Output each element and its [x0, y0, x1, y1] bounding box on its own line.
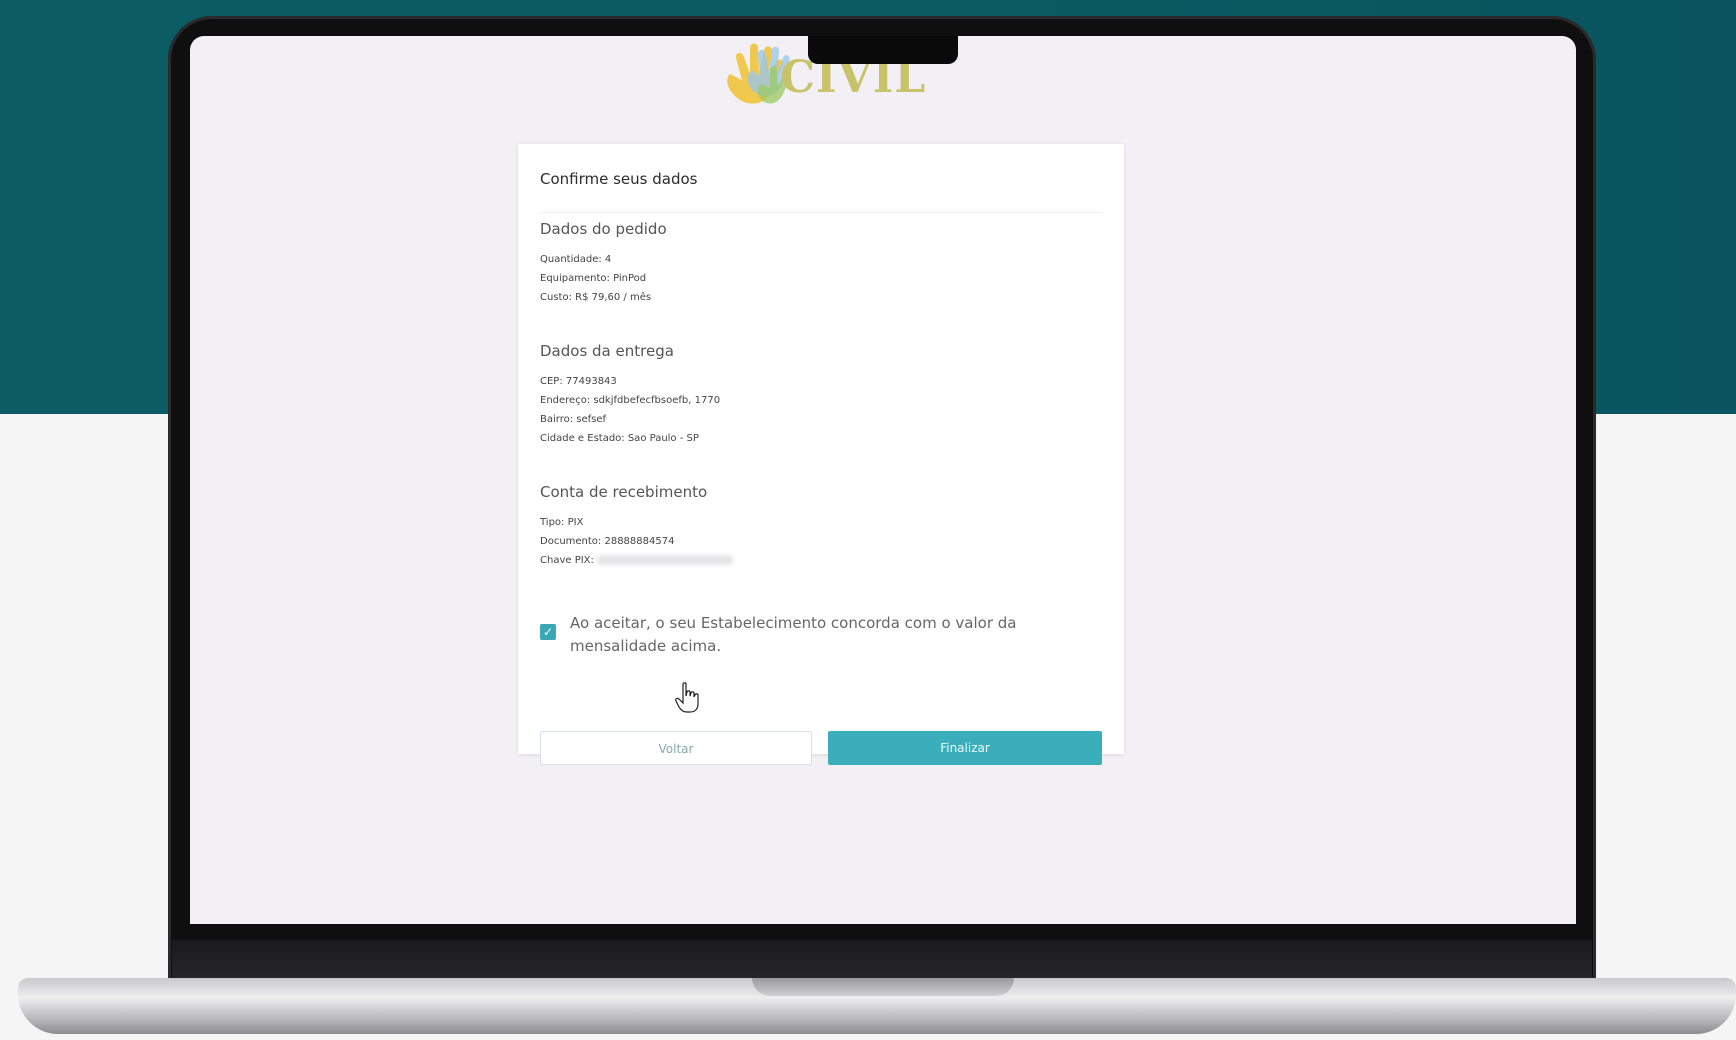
- laptop-camera-notch: [808, 36, 958, 64]
- delivery-city-state: Cidade e Estado: Sao Paulo - SP: [540, 433, 699, 444]
- account-section: Conta de recebimento Tipo: PIX Documento…: [540, 483, 734, 570]
- delivery-section: Dados da entrega CEP: 77493843 Endereço:…: [540, 342, 720, 448]
- delivery-heading: Dados da entrega: [540, 342, 674, 360]
- account-pix-key: Chave PIX:: [540, 551, 734, 570]
- finish-button[interactable]: Finalizar: [828, 731, 1102, 765]
- hand-pointer-cursor-icon: [675, 682, 699, 713]
- confirm-data-card: Confirme seus dados Dados do pedido Quan…: [518, 144, 1124, 765]
- consent-text: Ao aceitar, o seu Estabelecimento concor…: [570, 614, 1017, 655]
- order-cost: Custo: R$ 79,60 / mês: [540, 292, 652, 303]
- back-button[interactable]: Voltar: [540, 731, 812, 765]
- laptop-opening-groove: [752, 978, 1014, 996]
- order-equipment: Equipamento: PinPod: [540, 273, 647, 284]
- account-heading: Conta de recebimento: [540, 483, 708, 501]
- consent-checkbox[interactable]: ✓: [540, 624, 556, 640]
- pix-key-redacted: [597, 555, 734, 565]
- pix-key-label: Chave PIX:: [540, 555, 594, 566]
- delivery-neighborhood: Bairro: sefsef: [540, 414, 607, 425]
- order-heading: Dados do pedido: [540, 220, 667, 238]
- account-type: Tipo: PIX: [540, 517, 584, 528]
- laptop-bezel-chin: [172, 940, 1592, 978]
- order-quantity: Quantidade: 4: [540, 254, 612, 265]
- account-document: Documento: 28888884574: [540, 536, 675, 547]
- delivery-address: Endereço: sdkjfdbefecfbsoefb, 1770: [540, 395, 721, 406]
- laptop-screen: CIVIL Confirme seus dados Dados do pedid…: [190, 36, 1576, 924]
- card-divider: [540, 212, 1102, 213]
- delivery-cep: CEP: 77493843: [540, 376, 617, 387]
- order-section: Dados do pedido Quantidade: 4 Equipament…: [540, 220, 667, 307]
- card-title: Confirme seus dados: [540, 170, 698, 188]
